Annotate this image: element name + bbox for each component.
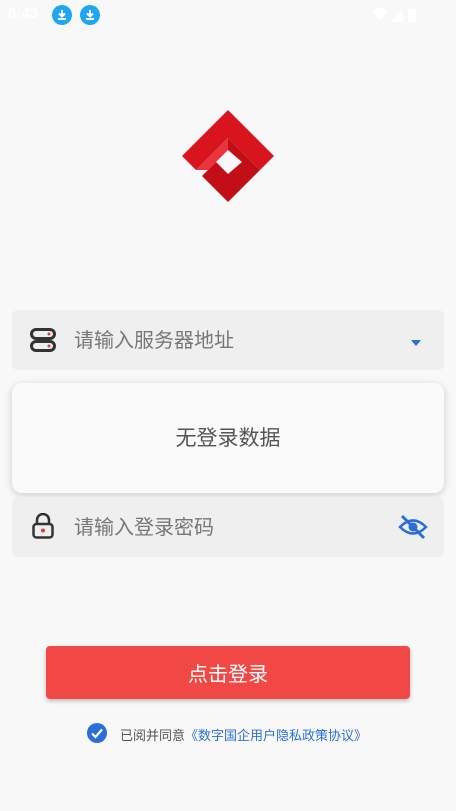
eye-off-icon[interactable] [398,514,428,544]
privacy-policy-link[interactable]: 《数字国企用户隐私政策协议》 [185,729,367,744]
download-icon [52,5,72,25]
agreement-prefix: 已阅并同意 [120,729,186,744]
login-button[interactable]: 点击登录 [46,646,410,699]
empty-state-text: 无登录数据 [175,426,281,450]
password-placeholder: 请输入登录密码 [74,515,214,539]
status-time: 8:43 [8,5,39,22]
signal-icon [391,10,403,22]
status-bar: 8:43 [0,0,456,30]
download-icon [80,5,100,25]
system-icons [372,7,420,27]
server-icon [30,328,56,356]
password-field[interactable]: 请输入登录密码 [12,497,444,557]
agreement-text: 已阅并同意《数字国企用户隐私政策协议》 [120,725,367,744]
caret-down-icon[interactable] [410,334,422,353]
battery-icon [408,9,416,22]
agreement-checkbox[interactable] [86,722,108,748]
app-logo [182,110,274,204]
lock-icon [32,512,54,543]
saved-logins-card: 无登录数据 [12,383,444,493]
server-address-select[interactable]: 请输入服务器地址 [12,310,444,370]
wifi-icon [372,7,388,21]
server-address-placeholder: 请输入服务器地址 [74,328,234,352]
